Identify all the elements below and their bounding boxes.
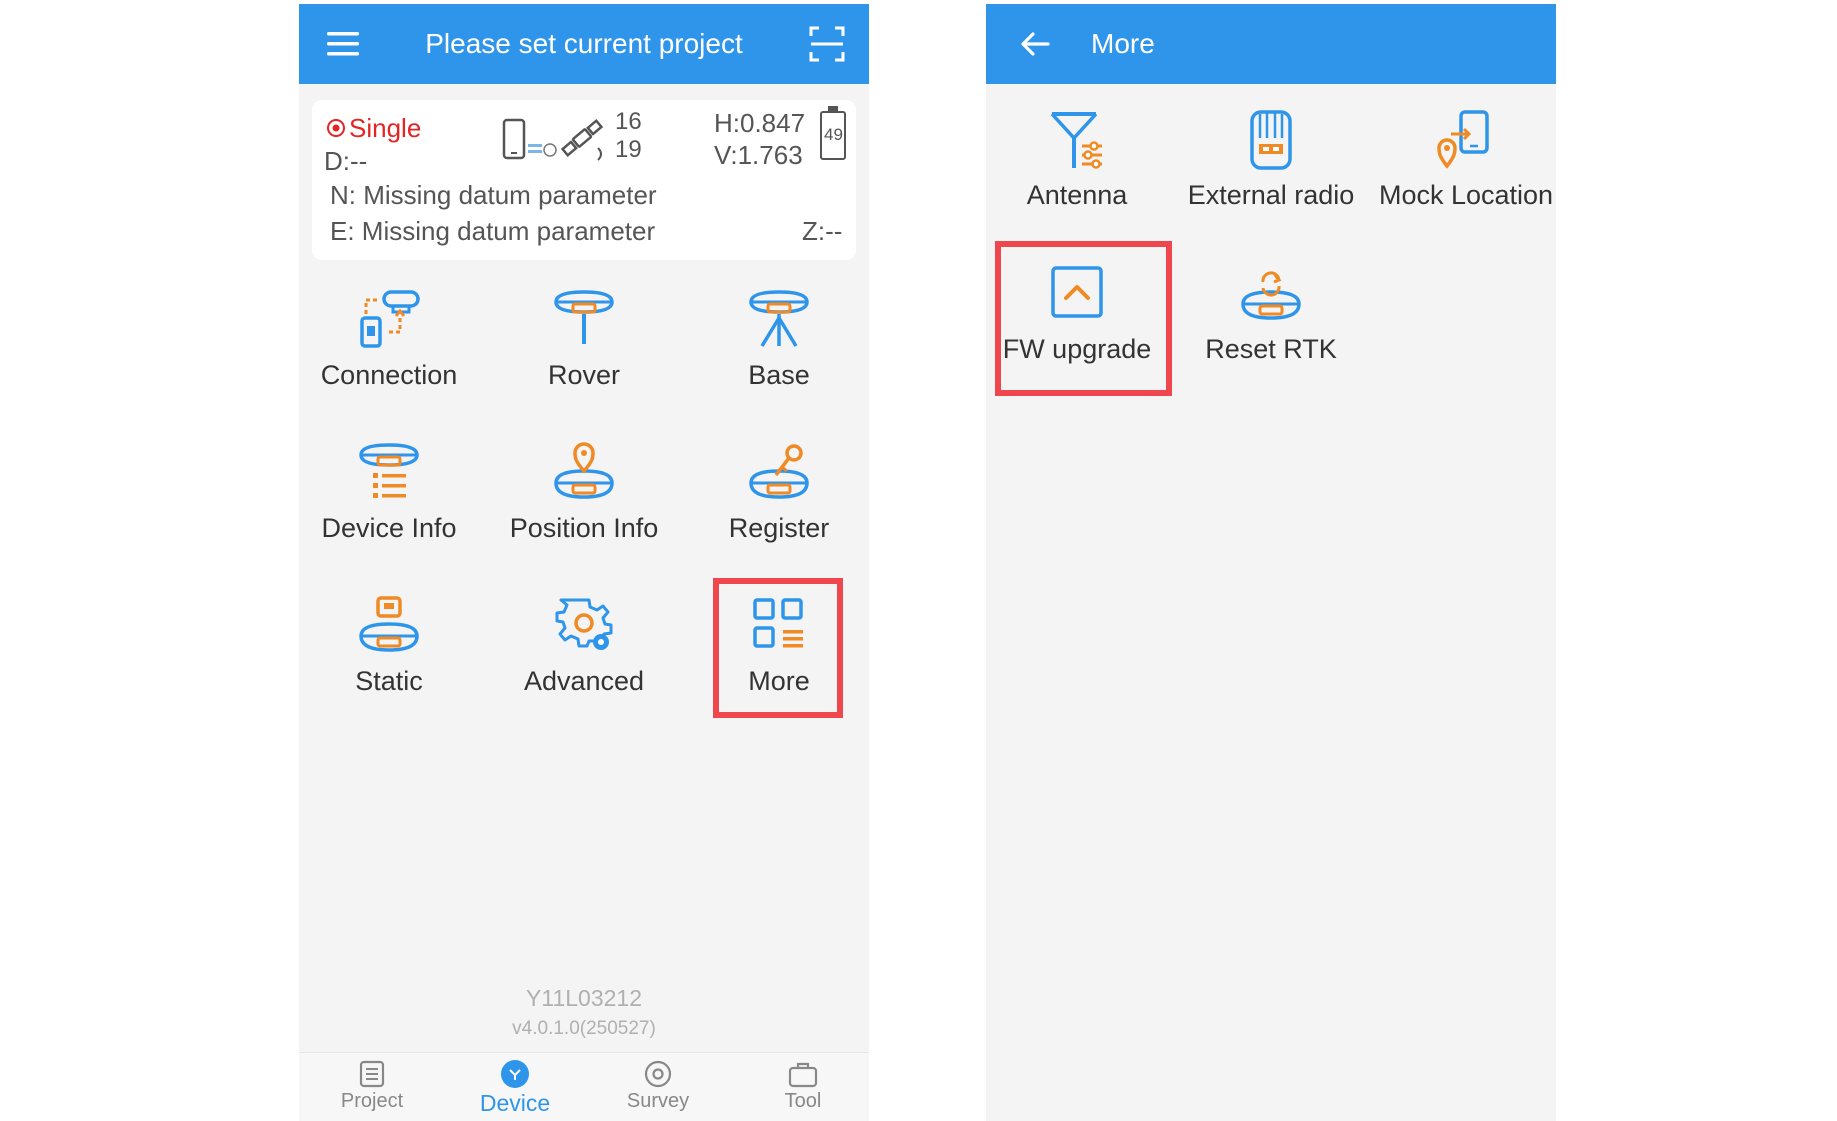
register-label: Register (728, 513, 830, 543)
rover-icon (554, 290, 614, 344)
connection-tile[interactable]: Connection (299, 288, 479, 428)
position-info-tile[interactable]: Position Info (494, 441, 674, 581)
base-icon (749, 290, 809, 347)
static-label: Static (355, 666, 423, 696)
external-radio-label: External radio (1187, 180, 1355, 210)
diff-age: D:-- (324, 146, 368, 176)
app-bar: Please set current project (299, 4, 869, 84)
device-nav-icon (501, 1060, 529, 1088)
gnss-status-card[interactable]: Single D:-- 16 19 H:0.847 V:1.763 49 N: … (312, 100, 856, 260)
static-tile[interactable]: Static (299, 594, 479, 734)
mock-location-label: Mock Location (1378, 180, 1554, 210)
back-arrow-icon[interactable] (1014, 22, 1058, 66)
mock-location-tile[interactable]: Mock Location (1376, 108, 1556, 248)
nav-tool-label: Tool (784, 1090, 822, 1112)
fw-upgrade-highlight (995, 241, 1172, 396)
northing-value: N: Missing datum parameter (330, 180, 657, 210)
nav-device-label: Device (479, 1090, 551, 1116)
nav-device[interactable]: Device (455, 1059, 575, 1121)
advanced-tile[interactable]: Advanced (494, 594, 674, 734)
app-bar: More (986, 4, 1556, 84)
bottom-navigation: Project Device Survey Tool (299, 1052, 869, 1121)
position-info-label: Position Info (509, 513, 659, 543)
static-icon (359, 596, 419, 652)
nav-tool[interactable]: Tool (743, 1059, 863, 1121)
device-info-label: Device Info (321, 513, 457, 543)
survey-icon (644, 1060, 672, 1088)
antenna-label: Antenna (1026, 180, 1128, 210)
device-serial: Y11L03212 (526, 985, 642, 1011)
more-tile-highlight (713, 578, 843, 718)
base-tile[interactable]: Base (689, 288, 869, 428)
rover-label: Rover (547, 360, 621, 390)
advanced-settings-icon (555, 598, 613, 650)
project-icon (359, 1060, 385, 1088)
register-icon (749, 444, 809, 499)
battery-level: 49 (824, 125, 843, 144)
app-version: v4.0.1.0(250527) (512, 1018, 656, 1039)
elevation-value: Z:-- (802, 216, 843, 246)
nav-project[interactable]: Project (312, 1059, 432, 1121)
connection-icon (360, 290, 420, 348)
advanced-label: Advanced (523, 666, 645, 696)
position-status-icon (327, 119, 345, 137)
vertical-precision: V:1.763 (714, 140, 803, 170)
mock-location-icon (1437, 110, 1489, 169)
link-satellite-icon (502, 118, 604, 161)
scan-icon[interactable] (805, 22, 849, 66)
reset-rtk-label: Reset RTK (1205, 334, 1337, 364)
antenna-tile[interactable]: Antenna (987, 108, 1167, 248)
device-info-tile[interactable]: Device Info (299, 441, 479, 581)
reset-rtk-tile[interactable]: Reset RTK (1181, 262, 1361, 402)
page-title: Please set current project (425, 28, 743, 59)
nav-project-label: Project (340, 1090, 404, 1112)
register-tile[interactable]: Register (689, 441, 869, 581)
satellite-count-tracked: 16 (615, 108, 642, 135)
reset-rtk-icon (1241, 271, 1301, 320)
antenna-icon (1050, 112, 1102, 169)
nav-survey[interactable]: Survey (598, 1059, 718, 1121)
external-radio-icon (1250, 110, 1292, 170)
position-info-icon (554, 442, 614, 499)
battery-icon: 49 (820, 106, 846, 160)
rover-tile[interactable]: Rover (494, 288, 674, 428)
satellite-count-used: 19 (615, 136, 642, 163)
easting-value: E: Missing datum parameter (330, 216, 656, 246)
page-title: More (1091, 28, 1155, 59)
horizontal-precision: H:0.847 (714, 108, 806, 138)
nav-survey-label: Survey (626, 1090, 690, 1112)
more-screen: More Antenna External radio Mock Locatio… (986, 4, 1556, 1121)
connection-label: Connection (320, 360, 458, 390)
device-screen: Please set current project Single D:-- 1… (299, 4, 869, 1121)
solution-mode: Single (349, 113, 422, 143)
toolbox-icon (788, 1062, 818, 1088)
base-label: Base (748, 360, 810, 390)
external-radio-tile[interactable]: External radio (1181, 108, 1361, 248)
device-info-icon (359, 443, 419, 498)
